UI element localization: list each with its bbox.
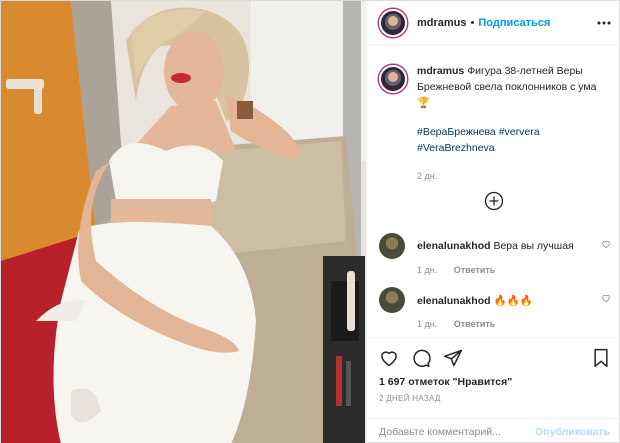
commenter-avatar[interactable] xyxy=(379,233,405,259)
comment-text-line: elenalunakhod Вера вы лучшая xyxy=(417,240,574,252)
plus-circle-icon[interactable] xyxy=(484,191,504,211)
bookmark-icon[interactable] xyxy=(591,348,611,368)
post-photo[interactable] xyxy=(1,1,366,443)
comment-item: elenalunakhod 🔥🔥🔥 1 дн. Ответить xyxy=(379,287,611,329)
publish-button[interactable]: Опубликовать xyxy=(535,426,610,438)
commenter-username[interactable]: elenalunakhod xyxy=(417,295,491,307)
comment-like-icon[interactable] xyxy=(601,293,611,303)
post-header: mdramus • Подписаться xyxy=(367,1,620,45)
caption-time[interactable]: 2 дн. xyxy=(417,168,611,184)
author-avatar[interactable] xyxy=(379,8,407,37)
post-actions-bar xyxy=(367,337,620,377)
commenter-username[interactable]: elenalunakhod xyxy=(417,240,491,252)
hashtag-link[interactable]: #ВераБрежнева xyxy=(417,126,496,138)
comment-time[interactable]: 1 дн. xyxy=(417,319,437,329)
likes-count[interactable]: 1 697 отметок "Нравится" xyxy=(379,376,512,388)
caption-hashtags: #ВераБрежнева #ververa #VeraBrezhneva xyxy=(417,124,611,156)
heart-icon[interactable] xyxy=(379,348,399,368)
comment-item: elenalunakhod Вера вы лучшая 1 дн. Ответ… xyxy=(379,233,611,275)
post-side-panel: mdramus • Подписаться mdramus Фигура 38-… xyxy=(366,1,620,443)
comment-icon[interactable] xyxy=(411,348,431,368)
comment-input[interactable] xyxy=(379,425,536,438)
add-comment-bar: Опубликовать xyxy=(367,418,620,443)
post-caption: mdramus Фигура 38-летней Веры Брежневой … xyxy=(379,63,611,184)
comment-meta: 1 дн. Ответить xyxy=(417,319,611,329)
comment-meta: 1 дн. Ответить xyxy=(417,265,611,275)
hashtag-link[interactable]: #ververa xyxy=(499,126,540,138)
post-frame: mdramus • Подписаться mdramus Фигура 38-… xyxy=(0,0,620,443)
caption-avatar[interactable] xyxy=(379,65,407,93)
reply-button[interactable]: Ответить xyxy=(454,265,496,275)
reply-button[interactable]: Ответить xyxy=(454,319,496,329)
comment-text-line: elenalunakhod 🔥🔥🔥 xyxy=(417,294,533,307)
comment-like-icon[interactable] xyxy=(601,239,611,249)
commenter-avatar[interactable] xyxy=(379,287,405,313)
comment-text: Вера вы лучшая xyxy=(493,240,574,252)
hashtag-link[interactable]: #VeraBrezhneva xyxy=(417,142,495,154)
follow-button[interactable]: Подписаться xyxy=(478,17,550,29)
author-username[interactable]: mdramus xyxy=(417,17,467,29)
caption-body: mdramus Фигура 38-летней Веры Брежневой … xyxy=(417,63,611,184)
header-separator: • xyxy=(470,16,475,29)
share-icon[interactable] xyxy=(443,348,463,368)
comment-time[interactable]: 1 дн. xyxy=(417,265,437,275)
more-options-icon[interactable] xyxy=(596,15,612,31)
caption-username[interactable]: mdramus xyxy=(417,65,464,77)
post-date[interactable]: 2 ДНЕЙ НАЗАД xyxy=(379,394,441,403)
photo-illustration xyxy=(1,1,366,443)
comment-text: 🔥🔥🔥 xyxy=(493,294,533,307)
